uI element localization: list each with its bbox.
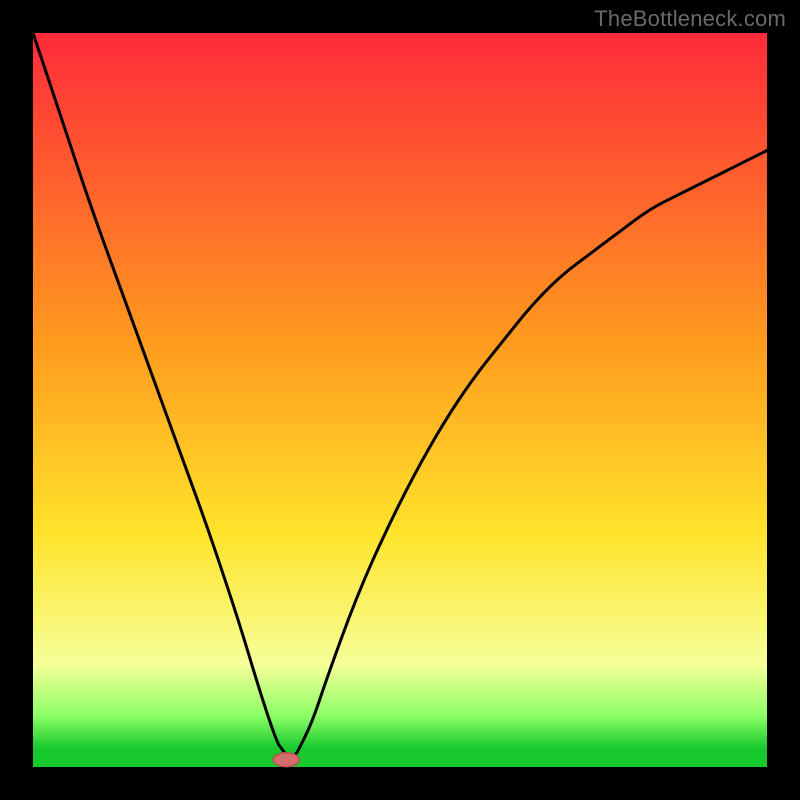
- chart-frame: TheBottleneck.com: [0, 0, 800, 800]
- bottleneck-curve: [33, 33, 767, 760]
- curve-layer: [33, 33, 767, 767]
- plot-area: [33, 33, 767, 767]
- curve-minimum-marker: [273, 753, 299, 767]
- watermark-text: TheBottleneck.com: [594, 6, 786, 32]
